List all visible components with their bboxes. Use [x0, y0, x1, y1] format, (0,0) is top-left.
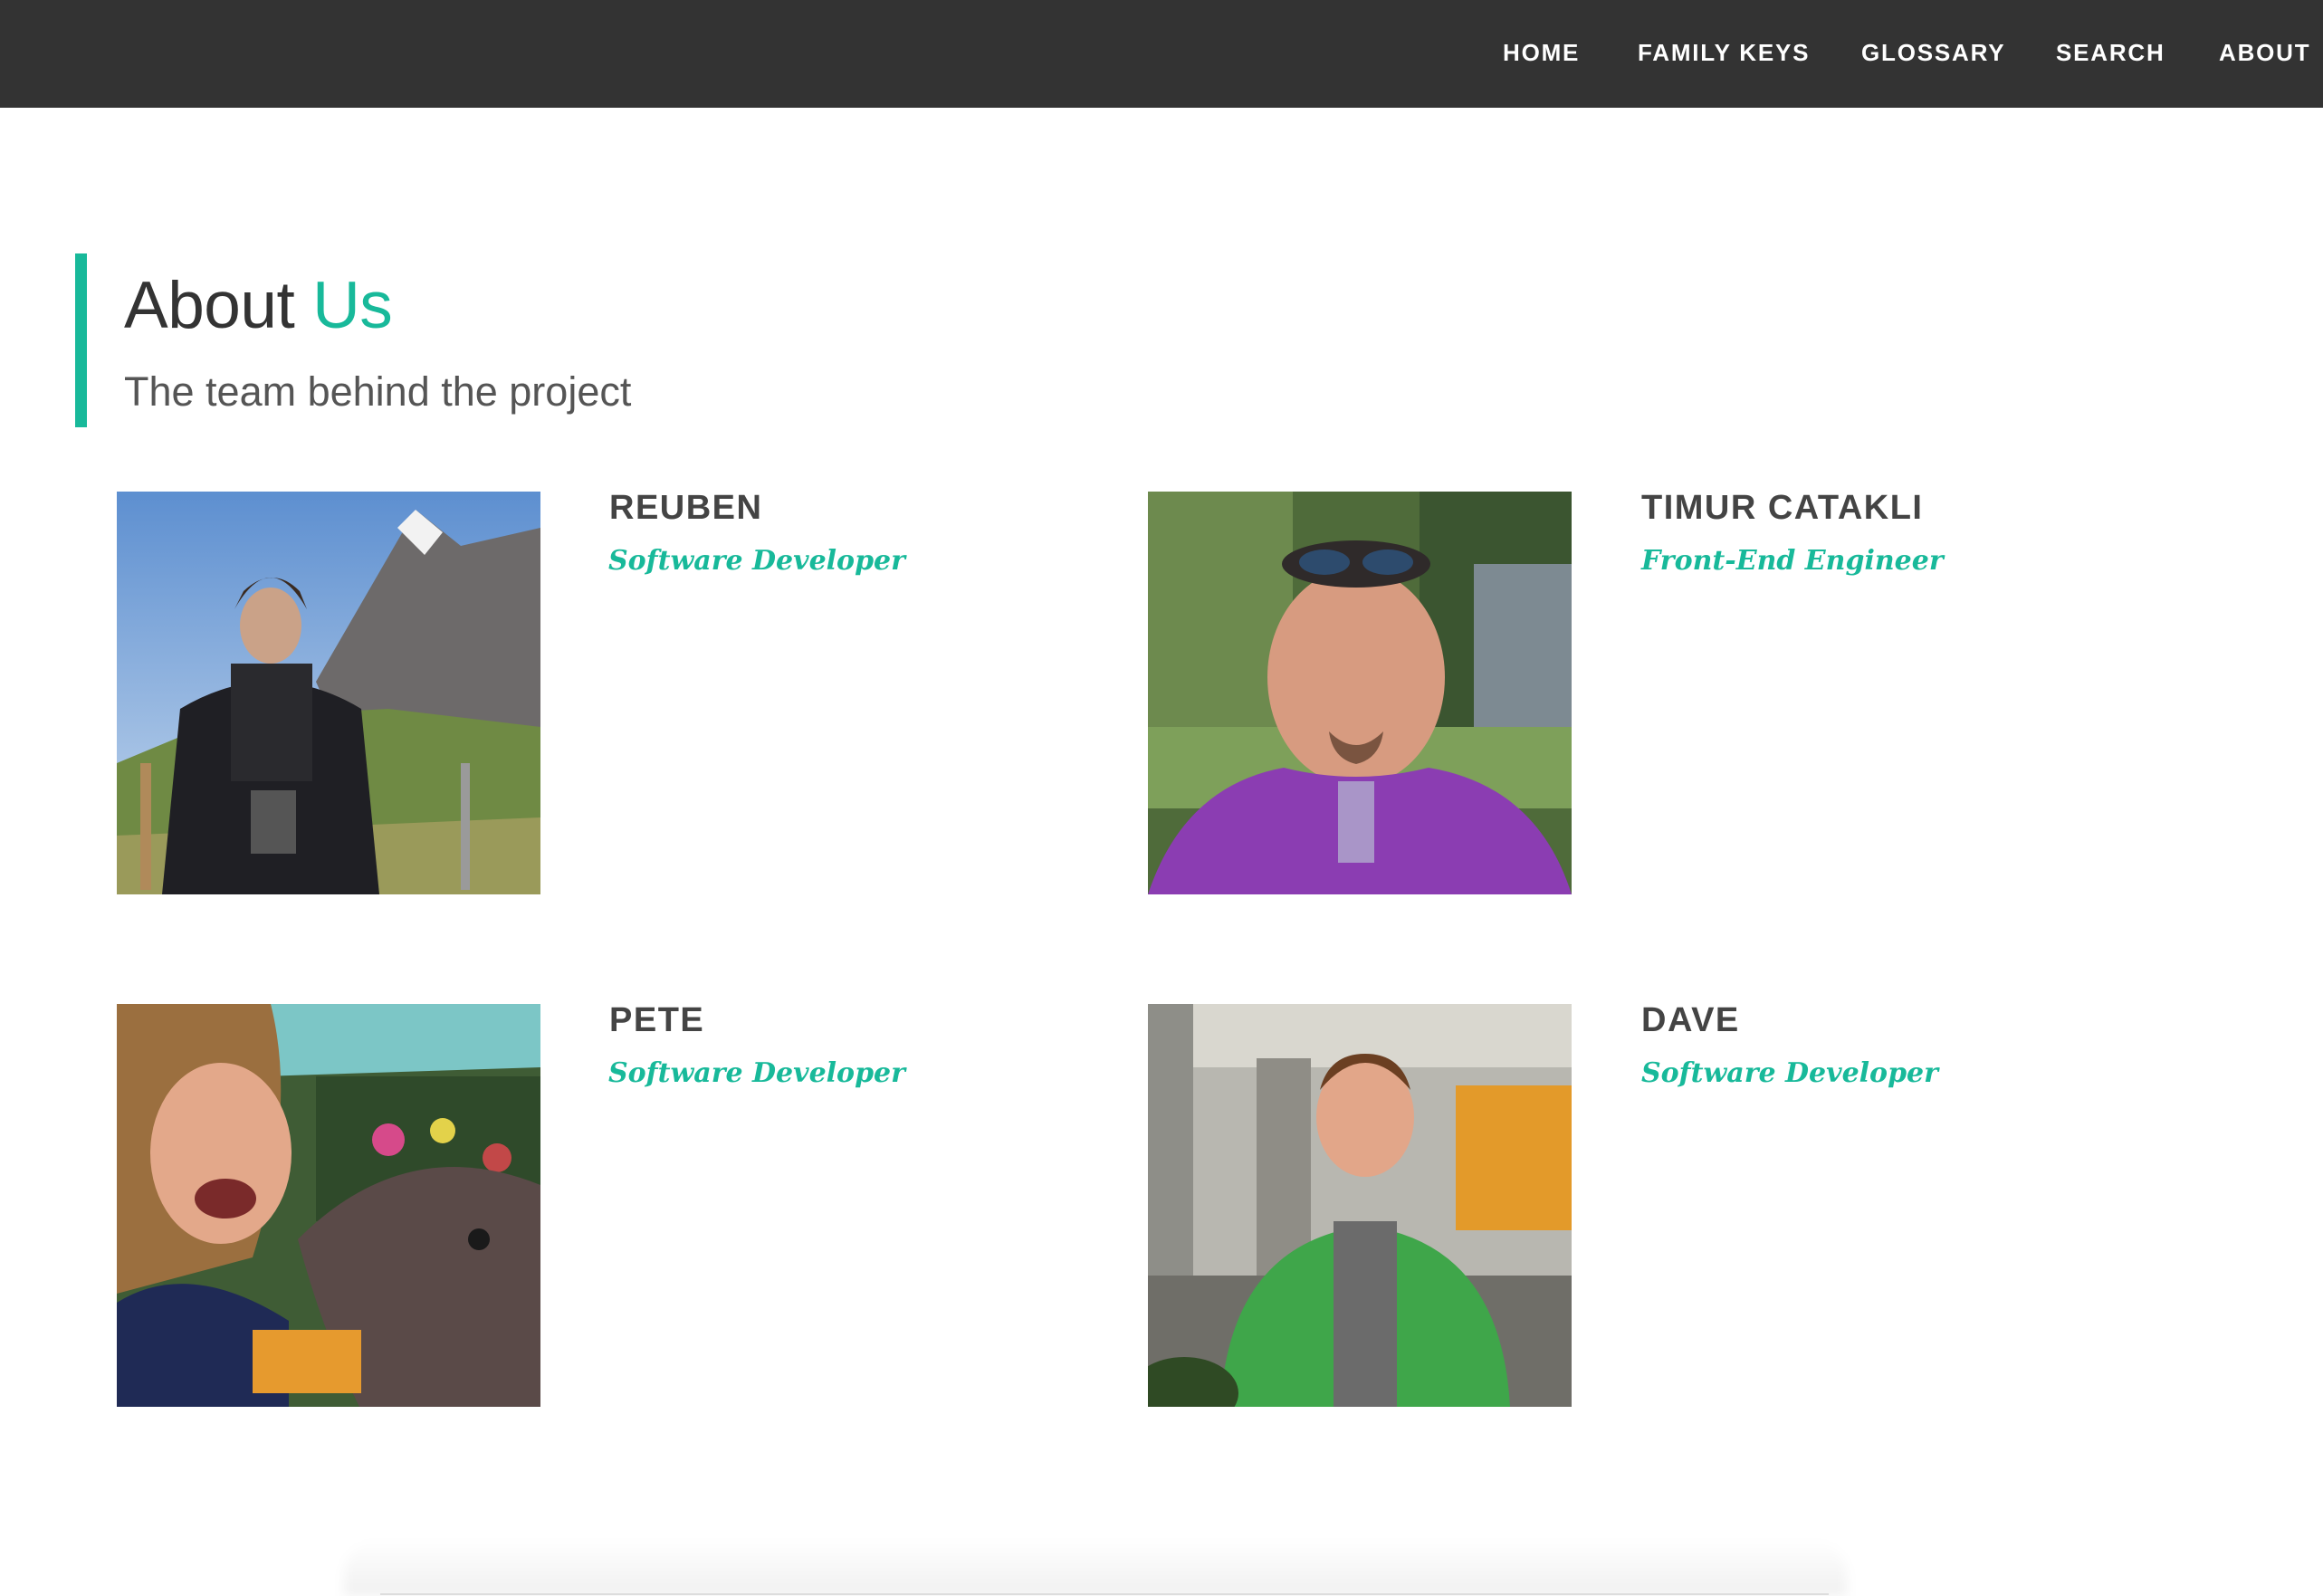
title-accent-bar — [75, 253, 87, 427]
member-photo-timur — [1148, 492, 1572, 894]
member-role-dave: Software Developer — [1641, 1057, 1938, 1089]
nav-home[interactable]: HOME — [1503, 36, 1580, 69]
page-title-main: About — [124, 269, 295, 342]
member-photo-dave — [1148, 1004, 1572, 1407]
top-navbar: HOME FAMILY KEYS GLOSSARY SEARCH ABOUT — [0, 0, 2323, 108]
page-subtitle: The team behind the project — [124, 368, 632, 415]
page-title: About Us — [124, 263, 393, 349]
member-photo-pete — [117, 1004, 540, 1407]
footer-card-shadow — [344, 1539, 1847, 1596]
member-role-reuben: Software Developer — [608, 545, 905, 577]
nav-family-keys[interactable]: FAMILY KEYS — [1638, 36, 1810, 69]
member-name-timur: TIMUR CATAKLI — [1641, 489, 1924, 527]
member-role-pete: Software Developer — [608, 1057, 905, 1089]
member-photo-reuben — [117, 492, 540, 894]
footer-card-edge — [380, 1593, 1829, 1595]
member-name-dave: DAVE — [1641, 1001, 1740, 1039]
member-name-pete: PETE — [609, 1001, 705, 1039]
nav-glossary[interactable]: GLOSSARY — [1861, 36, 2005, 69]
member-name-reuben: REUBEN — [609, 489, 763, 527]
nav-about[interactable]: ABOUT — [2219, 36, 2310, 69]
page-title-accent: Us — [312, 269, 393, 342]
member-role-timur: Front-End Engineer — [1641, 545, 1944, 577]
nav-search[interactable]: SEARCH — [2056, 36, 2165, 69]
